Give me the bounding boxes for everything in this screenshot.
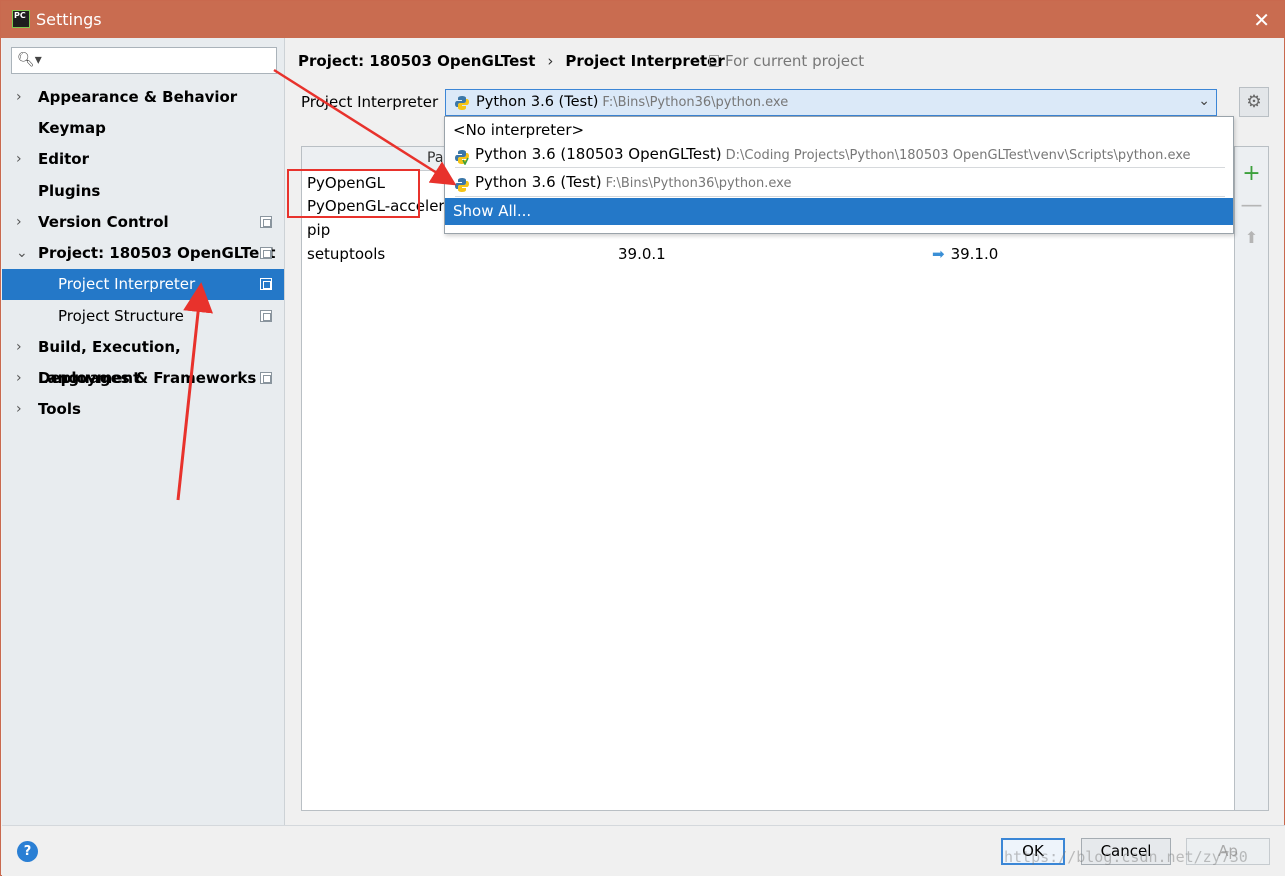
chevron-right-icon[interactable]: ›: [16, 332, 22, 363]
upgrade-arrow-icon: ➡: [932, 245, 945, 263]
sidebar-item-languages[interactable]: › Languages & Frameworks: [2, 363, 284, 394]
column-header-package[interactable]: Pa: [427, 150, 443, 166]
breadcrumb-project: Project: 180503 OpenGLTest: [298, 52, 536, 70]
chevron-right-icon[interactable]: ›: [16, 394, 22, 425]
settings-sidebar: 🔍︎▾ › Appearance & Behavior Keymap › Edi…: [2, 38, 285, 825]
breadcrumb-page: Project Interpreter: [565, 52, 725, 70]
breadcrumb: Project: 180503 OpenGLTest › Project Inter…: [298, 52, 725, 70]
sidebar-item-keymap[interactable]: Keymap: [2, 113, 284, 144]
sidebar-item-project[interactable]: ⌄ Project: 180503 OpenGLTest: [2, 238, 284, 269]
interpreter-dropdown: <No interpreter> Python 3.6 (180503 Open…: [444, 116, 1234, 234]
dropdown-no-interpreter[interactable]: <No interpreter>: [445, 117, 1233, 144]
sidebar-item-label: Project: 180503 OpenGLTest: [38, 244, 276, 262]
interpreter-label: Project Interpreter: [301, 93, 439, 111]
project-scope-icon: [260, 310, 272, 322]
gear-icon[interactable]: ⚙: [1239, 87, 1269, 117]
watermark: https://blog.csdn.net/zy730: [1004, 848, 1248, 866]
remove-package-icon[interactable]: —: [1235, 191, 1268, 221]
for-current-project: For current project: [709, 52, 864, 70]
sidebar-item-label: Version Control: [38, 213, 169, 231]
sidebar-item-label: Editor: [38, 150, 89, 168]
interpreter-select[interactable]: Python 3.6 (Test) F:\Bins\Python36\python…: [445, 89, 1217, 116]
sidebar-item-build[interactable]: › Build, Execution, Deployment: [2, 332, 284, 387]
sidebar-item-label: Languages & Frameworks: [38, 369, 257, 387]
document-icon: [709, 55, 719, 67]
sidebar-item-project-interpreter[interactable]: Project Interpreter: [2, 269, 284, 300]
package-toolbar: + — ⬆: [1235, 146, 1269, 811]
chevron-down-icon[interactable]: ⌄: [16, 238, 28, 269]
sidebar-item-label: Project Interpreter: [58, 275, 196, 293]
sidebar-item-editor[interactable]: › Editor: [2, 144, 284, 175]
dropdown-separator: [455, 196, 1225, 197]
python-icon: [454, 175, 470, 192]
project-scope-icon: [260, 278, 272, 290]
upgrade-package-icon[interactable]: ⬆: [1235, 223, 1268, 253]
dialog-button-bar: ? OK Cancel Ap https://blog.csdn.net/zy7…: [2, 825, 1285, 876]
chevron-right-icon[interactable]: ›: [16, 363, 22, 394]
sidebar-item-tools[interactable]: › Tools: [2, 394, 284, 425]
search-box[interactable]: 🔍︎▾: [11, 47, 277, 74]
close-icon[interactable]: ✕: [1253, 8, 1270, 32]
pycharm-icon: PC: [12, 10, 30, 28]
python-icon: [454, 95, 470, 111]
sidebar-item-label: Plugins: [38, 182, 101, 200]
dropdown-option-venv[interactable]: Python 3.6 (180503 OpenGLTest) D:\Coding …: [445, 141, 1233, 168]
annotation-highlight-box: [287, 169, 420, 218]
sidebar-item-label: Keymap: [38, 119, 106, 137]
table-row[interactable]: setuptools 39.0.1 ➡ 39.1.0: [302, 243, 1234, 266]
sidebar-item-project-structure[interactable]: Project Structure: [2, 301, 284, 332]
sidebar-item-appearance-behavior[interactable]: › Appearance & Behavior: [2, 82, 284, 113]
chevron-right-icon[interactable]: ›: [16, 207, 22, 238]
help-icon[interactable]: ?: [17, 841, 38, 862]
project-scope-icon: [260, 247, 272, 259]
sidebar-item-label: Appearance & Behavior: [38, 88, 238, 106]
selected-interpreter: Python 3.6 (Test) F:\Bins\Python36\python…: [476, 94, 789, 110]
dropdown-option-test[interactable]: Python 3.6 (Test) F:\Bins\Python36\python…: [445, 169, 1233, 196]
search-input[interactable]: [40, 50, 270, 71]
sidebar-item-version-control[interactable]: › Version Control: [2, 207, 284, 238]
search-icon[interactable]: 🔍︎▾: [17, 52, 42, 68]
title-bar: PC Settings ✕: [1, 1, 1284, 38]
chevron-right-icon[interactable]: ›: [16, 144, 22, 175]
settings-window: PC Settings ✕ 🔍︎▾ › Appearance & Behavio…: [0, 0, 1285, 876]
breadcrumb-separator: ›: [547, 52, 554, 70]
sidebar-item-label: Project Structure: [58, 307, 184, 325]
sidebar-item-plugins[interactable]: Plugins: [2, 176, 284, 207]
packages-table: Pa PyOpenGL PyOpenGL-accelera pip setupt…: [301, 146, 1235, 811]
window-title: Settings: [36, 10, 102, 29]
dropdown-show-all[interactable]: Show All...: [445, 198, 1233, 225]
chevron-down-icon[interactable]: ⌄: [1198, 93, 1210, 109]
add-package-icon[interactable]: +: [1235, 159, 1268, 189]
project-scope-icon: [260, 372, 272, 384]
project-scope-icon: [260, 216, 272, 228]
python-venv-icon: [454, 147, 470, 166]
sidebar-item-label: Tools: [38, 400, 81, 418]
dropdown-separator: [455, 167, 1225, 168]
chevron-right-icon[interactable]: ›: [16, 82, 22, 113]
